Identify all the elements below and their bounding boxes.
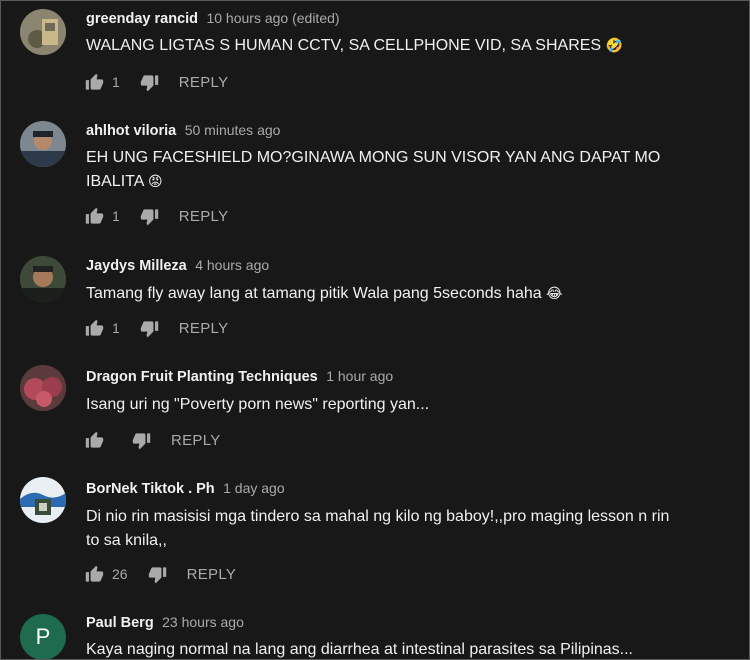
comment-author[interactable]: Dragon Fruit Planting Techniques [86,369,318,385]
avatar[interactable] [20,121,66,167]
like-button[interactable] [85,73,104,92]
reply-button[interactable]: REPLY [171,432,221,449]
like-count: 1 [112,320,120,336]
rofl-emoji: 🤣 [605,38,623,54]
thumbs-down-icon [148,566,166,583]
joy-emoji: 😂 [546,286,563,302]
thumbs-down-icon [140,208,159,225]
comment-text: EH UNG FACESHIELD MO?GINAWA MONG SUN VIS… [86,149,661,190]
comment-timestamp[interactable]: 23 hours ago [162,614,244,630]
angry-emoji: 😡 [147,174,163,190]
thumbs-up-icon [85,73,104,90]
reply-button[interactable]: REPLY [179,74,229,91]
reply-button[interactable]: REPLY [179,320,229,337]
comment-timestamp[interactable]: 1 day ago [223,480,285,496]
thumbs-up-icon [85,431,104,448]
avatar[interactable] [20,9,66,55]
comment-timestamp[interactable]: 4 hours ago [195,257,269,273]
comment-text: Di nio rin masisisi mga tindero sa mahal… [86,508,670,549]
dislike-button[interactable] [132,431,151,450]
thumbs-down-icon [140,320,159,337]
comment-author[interactable]: greenday rancid [86,11,198,27]
thumbs-up-icon [85,207,104,224]
like-count: 26 [112,566,128,582]
comment-author[interactable]: BorNek Tiktok . Ph [86,481,215,497]
comment-author[interactable]: Paul Berg [86,615,154,631]
like-button[interactable] [85,431,104,450]
avatar[interactable]: P [20,614,66,659]
avatar[interactable] [20,365,66,411]
comment-text: Isang uri ng "Poverty porn news" reporti… [86,396,430,413]
like-count: 1 [112,74,120,90]
thumbs-down-icon [132,432,151,449]
thumbs-down-icon [140,74,159,91]
comment-timestamp[interactable]: 1 hour ago [326,368,393,384]
comment-text: Tamang fly away lang at tamang pitik Wal… [86,285,563,302]
like-button[interactable] [85,319,104,338]
dislike-button[interactable] [140,319,159,338]
reply-button[interactable]: REPLY [179,208,229,225]
thumbs-up-icon [85,319,104,336]
comment-timestamp[interactable]: 50 minutes ago [185,122,281,138]
like-button[interactable] [85,565,104,584]
comment-author[interactable]: ahlhot viloria [86,123,176,139]
like-button[interactable] [85,207,104,226]
avatar[interactable] [20,477,66,523]
dislike-button[interactable] [148,565,167,584]
reply-button[interactable]: REPLY [187,566,237,583]
dislike-button[interactable] [140,207,159,226]
comments-section: greenday rancid 10 hours ago (edited) WA… [0,0,750,660]
dislike-button[interactable] [140,73,159,92]
avatar-letter: P [35,624,51,649]
avatar[interactable] [20,256,66,302]
comment-text: WALANG LIGTAS S HUMAN CCTV, SA CELLPHONE… [86,37,623,54]
comment-author[interactable]: Jaydys Milleza [86,258,187,274]
comment-timestamp[interactable]: 10 hours ago (edited) [206,10,339,26]
thumbs-up-icon [85,565,104,582]
comment-text: Kaya naging normal na lang ang diarrhea … [86,641,633,658]
like-count: 1 [112,208,120,224]
